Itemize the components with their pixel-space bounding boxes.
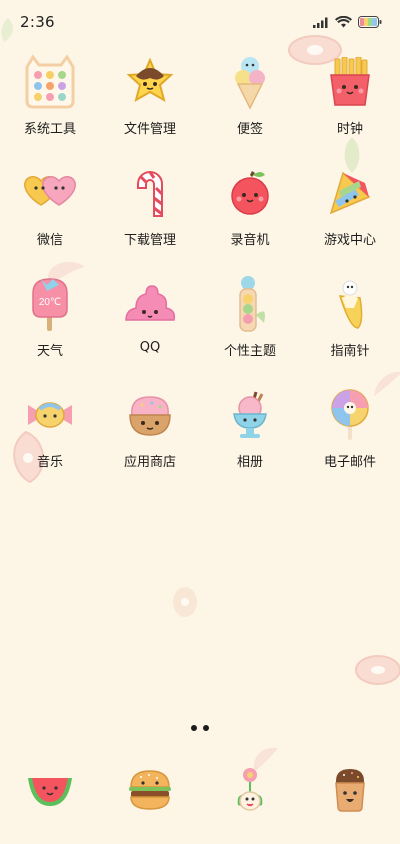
app-notes[interactable]: 便签: [200, 52, 300, 163]
status-time: 2:36: [20, 13, 55, 31]
battery-icon: [358, 16, 382, 28]
app-download-manager[interactable]: 下载管理: [100, 163, 200, 274]
wechat-icon: [20, 163, 80, 223]
app-label: 下载管理: [123, 233, 176, 248]
recorder-icon: [220, 163, 280, 223]
app-grid: 系统工具 文件管理 便签 时钟 微信 下载管理 录音机 游戏中心 20℃ 天气 …: [0, 52, 400, 496]
dock-item-browser[interactable]: [300, 760, 400, 820]
notes-icon: [220, 52, 280, 112]
download-manager-icon: [120, 163, 180, 223]
app-themes[interactable]: 个性主题: [200, 274, 300, 385]
app-label: 相册: [236, 455, 263, 470]
phone-watermelon-icon: [20, 760, 80, 820]
app-game-center[interactable]: 游戏中心: [300, 163, 400, 274]
app-email[interactable]: 电子邮件: [300, 385, 400, 496]
qq-icon: [120, 274, 180, 334]
app-recorder[interactable]: 录音机: [200, 163, 300, 274]
app-qq[interactable]: QQ: [100, 274, 200, 385]
app-clock[interactable]: 时钟: [300, 52, 400, 163]
weather-temperature: 20℃: [39, 297, 61, 308]
app-label: 录音机: [230, 233, 270, 248]
app-music[interactable]: 音乐: [0, 385, 100, 496]
clock-icon: [320, 52, 380, 112]
contacts-burger-icon: [120, 760, 180, 820]
page-indicator: [0, 725, 400, 731]
browser-icecream-icon: [320, 760, 380, 820]
weather-icon: 20℃: [20, 274, 80, 334]
app-label: 微信: [36, 233, 63, 248]
app-compass[interactable]: 指南针: [300, 274, 400, 385]
app-label: 天气: [36, 344, 63, 359]
app-gallery[interactable]: 相册: [200, 385, 300, 496]
wifi-icon: [335, 16, 352, 28]
background-meat-doodle-icon-6: [355, 655, 400, 685]
dock: [0, 760, 400, 820]
gallery-icon: [220, 385, 280, 445]
signal-icon: [313, 17, 328, 28]
page-dot-1[interactable]: [191, 725, 197, 731]
page-dot-2[interactable]: [203, 725, 209, 731]
email-icon: [320, 385, 380, 445]
dock-item-messages[interactable]: [200, 760, 300, 820]
system-tools-icon: [20, 52, 80, 112]
themes-icon: [220, 274, 280, 334]
app-label: 电子邮件: [323, 455, 376, 470]
app-app-store[interactable]: 应用商店: [100, 385, 200, 496]
app-system-tools[interactable]: 系统工具: [0, 52, 100, 163]
status-bar: 2:36: [0, 0, 400, 44]
dock-item-contacts[interactable]: [100, 760, 200, 820]
app-weather[interactable]: 20℃ 天气: [0, 274, 100, 385]
dock-item-phone[interactable]: [0, 760, 100, 820]
app-label: 指南针: [330, 344, 370, 359]
app-label: 个性主题: [223, 344, 276, 359]
file-manager-icon: [120, 52, 180, 112]
messages-flower-icon: [220, 760, 280, 820]
app-label: 应用商店: [123, 455, 176, 470]
status-icons: [313, 16, 382, 28]
app-label: 便签: [236, 122, 263, 137]
app-file-manager[interactable]: 文件管理: [100, 52, 200, 163]
app-store-icon: [120, 385, 180, 445]
game-center-icon: [320, 163, 380, 223]
background-meat-doodle-icon-5: [173, 587, 197, 617]
app-wechat[interactable]: 微信: [0, 163, 100, 274]
app-label: 游戏中心: [323, 233, 376, 248]
music-icon: [20, 385, 80, 445]
app-label: 系统工具: [23, 122, 76, 137]
compass-icon: [320, 274, 380, 334]
app-label: 文件管理: [123, 122, 176, 137]
app-label: 时钟: [336, 122, 363, 137]
app-label: 音乐: [36, 455, 63, 470]
app-label: QQ: [139, 340, 161, 355]
